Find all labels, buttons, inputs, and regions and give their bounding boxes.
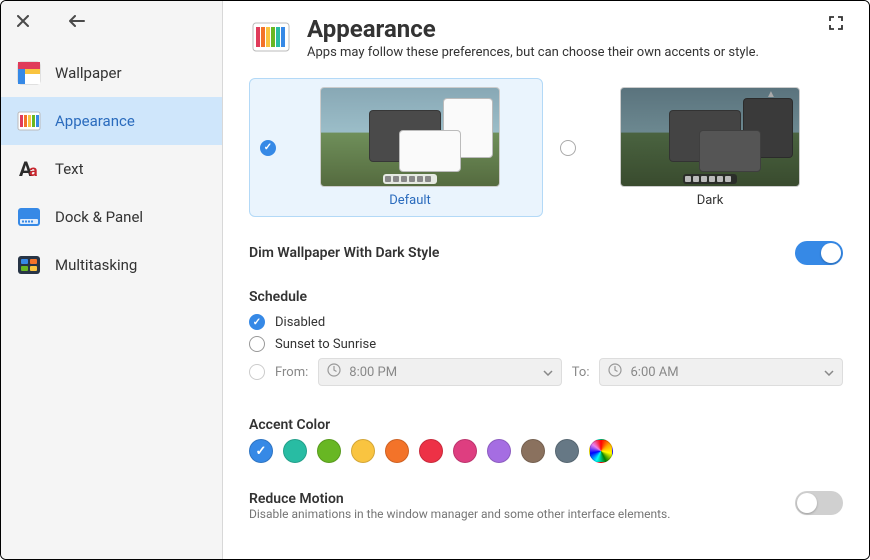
accent-teal[interactable] <box>283 439 307 463</box>
sidebar-item-label: Text <box>55 160 84 178</box>
theme-option-default[interactable]: Default <box>249 78 543 217</box>
multitasking-icon <box>15 251 43 279</box>
sidebar-item-text[interactable]: Aa Text <box>1 145 222 193</box>
sidebar-items: Wallpaper Appearance Aa Text <box>1 47 222 289</box>
schedule-sunset-label: Sunset to Sunrise <box>275 337 376 352</box>
schedule-to-label: To: <box>572 365 590 380</box>
schedule-from-label: From: <box>275 365 308 380</box>
sidebar-item-label: Wallpaper <box>55 64 122 82</box>
schedule-radio-disabled[interactable] <box>249 314 265 330</box>
accent-purple[interactable] <box>487 439 511 463</box>
reduce-motion-description: Disable animations in the window manager… <box>249 507 670 521</box>
sidebar-item-wallpaper[interactable]: Wallpaper <box>1 49 222 97</box>
accent-green[interactable] <box>317 439 341 463</box>
accent-orange[interactable] <box>385 439 409 463</box>
clock-icon <box>608 363 622 381</box>
dim-wallpaper-switch[interactable] <box>795 241 843 265</box>
close-icon[interactable] <box>15 13 31 29</box>
accent-slate[interactable] <box>555 439 579 463</box>
schedule-radio-custom[interactable] <box>249 364 265 380</box>
main-header-text: Appearance Apps may follow these prefere… <box>307 15 759 60</box>
sidebar-item-label: Appearance <box>55 112 135 130</box>
schedule-from-select[interactable]: 8:00 PM <box>318 358 562 386</box>
schedule-disabled-row[interactable]: Disabled <box>249 311 843 333</box>
theme-preview-dark: ▲ <box>620 87 800 187</box>
svg-text:a: a <box>29 161 38 180</box>
chevron-down-icon <box>824 365 834 380</box>
settings-window: Wallpaper Appearance Aa Text <box>0 0 870 560</box>
theme-selector: Default ▲ Dark <box>249 78 843 217</box>
theme-label-dark: Dark <box>697 193 724 208</box>
schedule-to-value: 6:00 AM <box>630 365 678 380</box>
sidebar-item-label: Dock & Panel <box>55 208 143 226</box>
main-header: Appearance Apps may follow these prefere… <box>249 15 843 60</box>
sidebar-item-dock-panel[interactable]: Dock & Panel <box>1 193 222 241</box>
schedule-title: Schedule <box>249 289 843 305</box>
schedule-from-value: 8:00 PM <box>349 365 397 380</box>
expand-icon[interactable] <box>829 15 843 34</box>
accent-auto[interactable] <box>589 439 613 463</box>
theme-radio-dark[interactable] <box>560 140 576 156</box>
reduce-motion-switch[interactable] <box>795 491 843 515</box>
dim-wallpaper-label: Dim Wallpaper With Dark Style <box>249 245 439 261</box>
accent-color-row <box>249 439 843 463</box>
sidebar-header <box>1 1 222 47</box>
back-icon[interactable] <box>69 13 85 29</box>
appearance-icon <box>15 107 43 135</box>
theme-option-dark[interactable]: ▲ Dark <box>549 78 843 217</box>
schedule-disabled-label: Disabled <box>275 315 325 330</box>
text-icon: Aa <box>15 155 43 183</box>
window-body: Wallpaper Appearance Aa Text <box>1 1 869 559</box>
reduce-motion-row: Reduce Motion Disable animations in the … <box>249 485 843 527</box>
schedule-sunset-row[interactable]: Sunset to Sunrise <box>249 333 843 355</box>
appearance-header-icon <box>249 15 293 59</box>
main-content: Appearance Apps may follow these prefere… <box>223 1 869 559</box>
theme-radio-default[interactable] <box>260 140 276 156</box>
reduce-motion-label: Reduce Motion <box>249 491 670 507</box>
reduce-motion-text: Reduce Motion Disable animations in the … <box>249 491 670 521</box>
theme-preview-default <box>320 87 500 187</box>
schedule-custom-row: From: 8:00 PM To: 6:00 AM <box>249 355 843 389</box>
sidebar-item-multitasking[interactable]: Multitasking <box>1 241 222 289</box>
clock-icon <box>327 363 341 381</box>
schedule-to-select[interactable]: 6:00 AM <box>599 358 843 386</box>
sidebar-item-label: Multitasking <box>55 256 137 274</box>
dim-wallpaper-row: Dim Wallpaper With Dark Style <box>249 235 843 271</box>
chevron-down-icon <box>543 365 553 380</box>
theme-preview-default-wrap: Default <box>288 87 532 208</box>
theme-label-default: Default <box>389 193 431 208</box>
page-title: Appearance <box>307 15 759 43</box>
accent-red[interactable] <box>419 439 443 463</box>
sidebar: Wallpaper Appearance Aa Text <box>1 1 223 559</box>
accent-pink[interactable] <box>453 439 477 463</box>
schedule-radio-sunset[interactable] <box>249 336 265 352</box>
accent-yellow[interactable] <box>351 439 375 463</box>
wallpaper-icon <box>15 59 43 87</box>
theme-preview-dark-wrap: ▲ Dark <box>588 87 832 208</box>
page-subtitle: Apps may follow these preferences, but c… <box>307 45 759 60</box>
accent-title: Accent Color <box>249 417 843 433</box>
accent-brown[interactable] <box>521 439 545 463</box>
sidebar-item-appearance[interactable]: Appearance <box>1 97 222 145</box>
dock-panel-icon <box>15 203 43 231</box>
accent-blue[interactable] <box>249 439 273 463</box>
